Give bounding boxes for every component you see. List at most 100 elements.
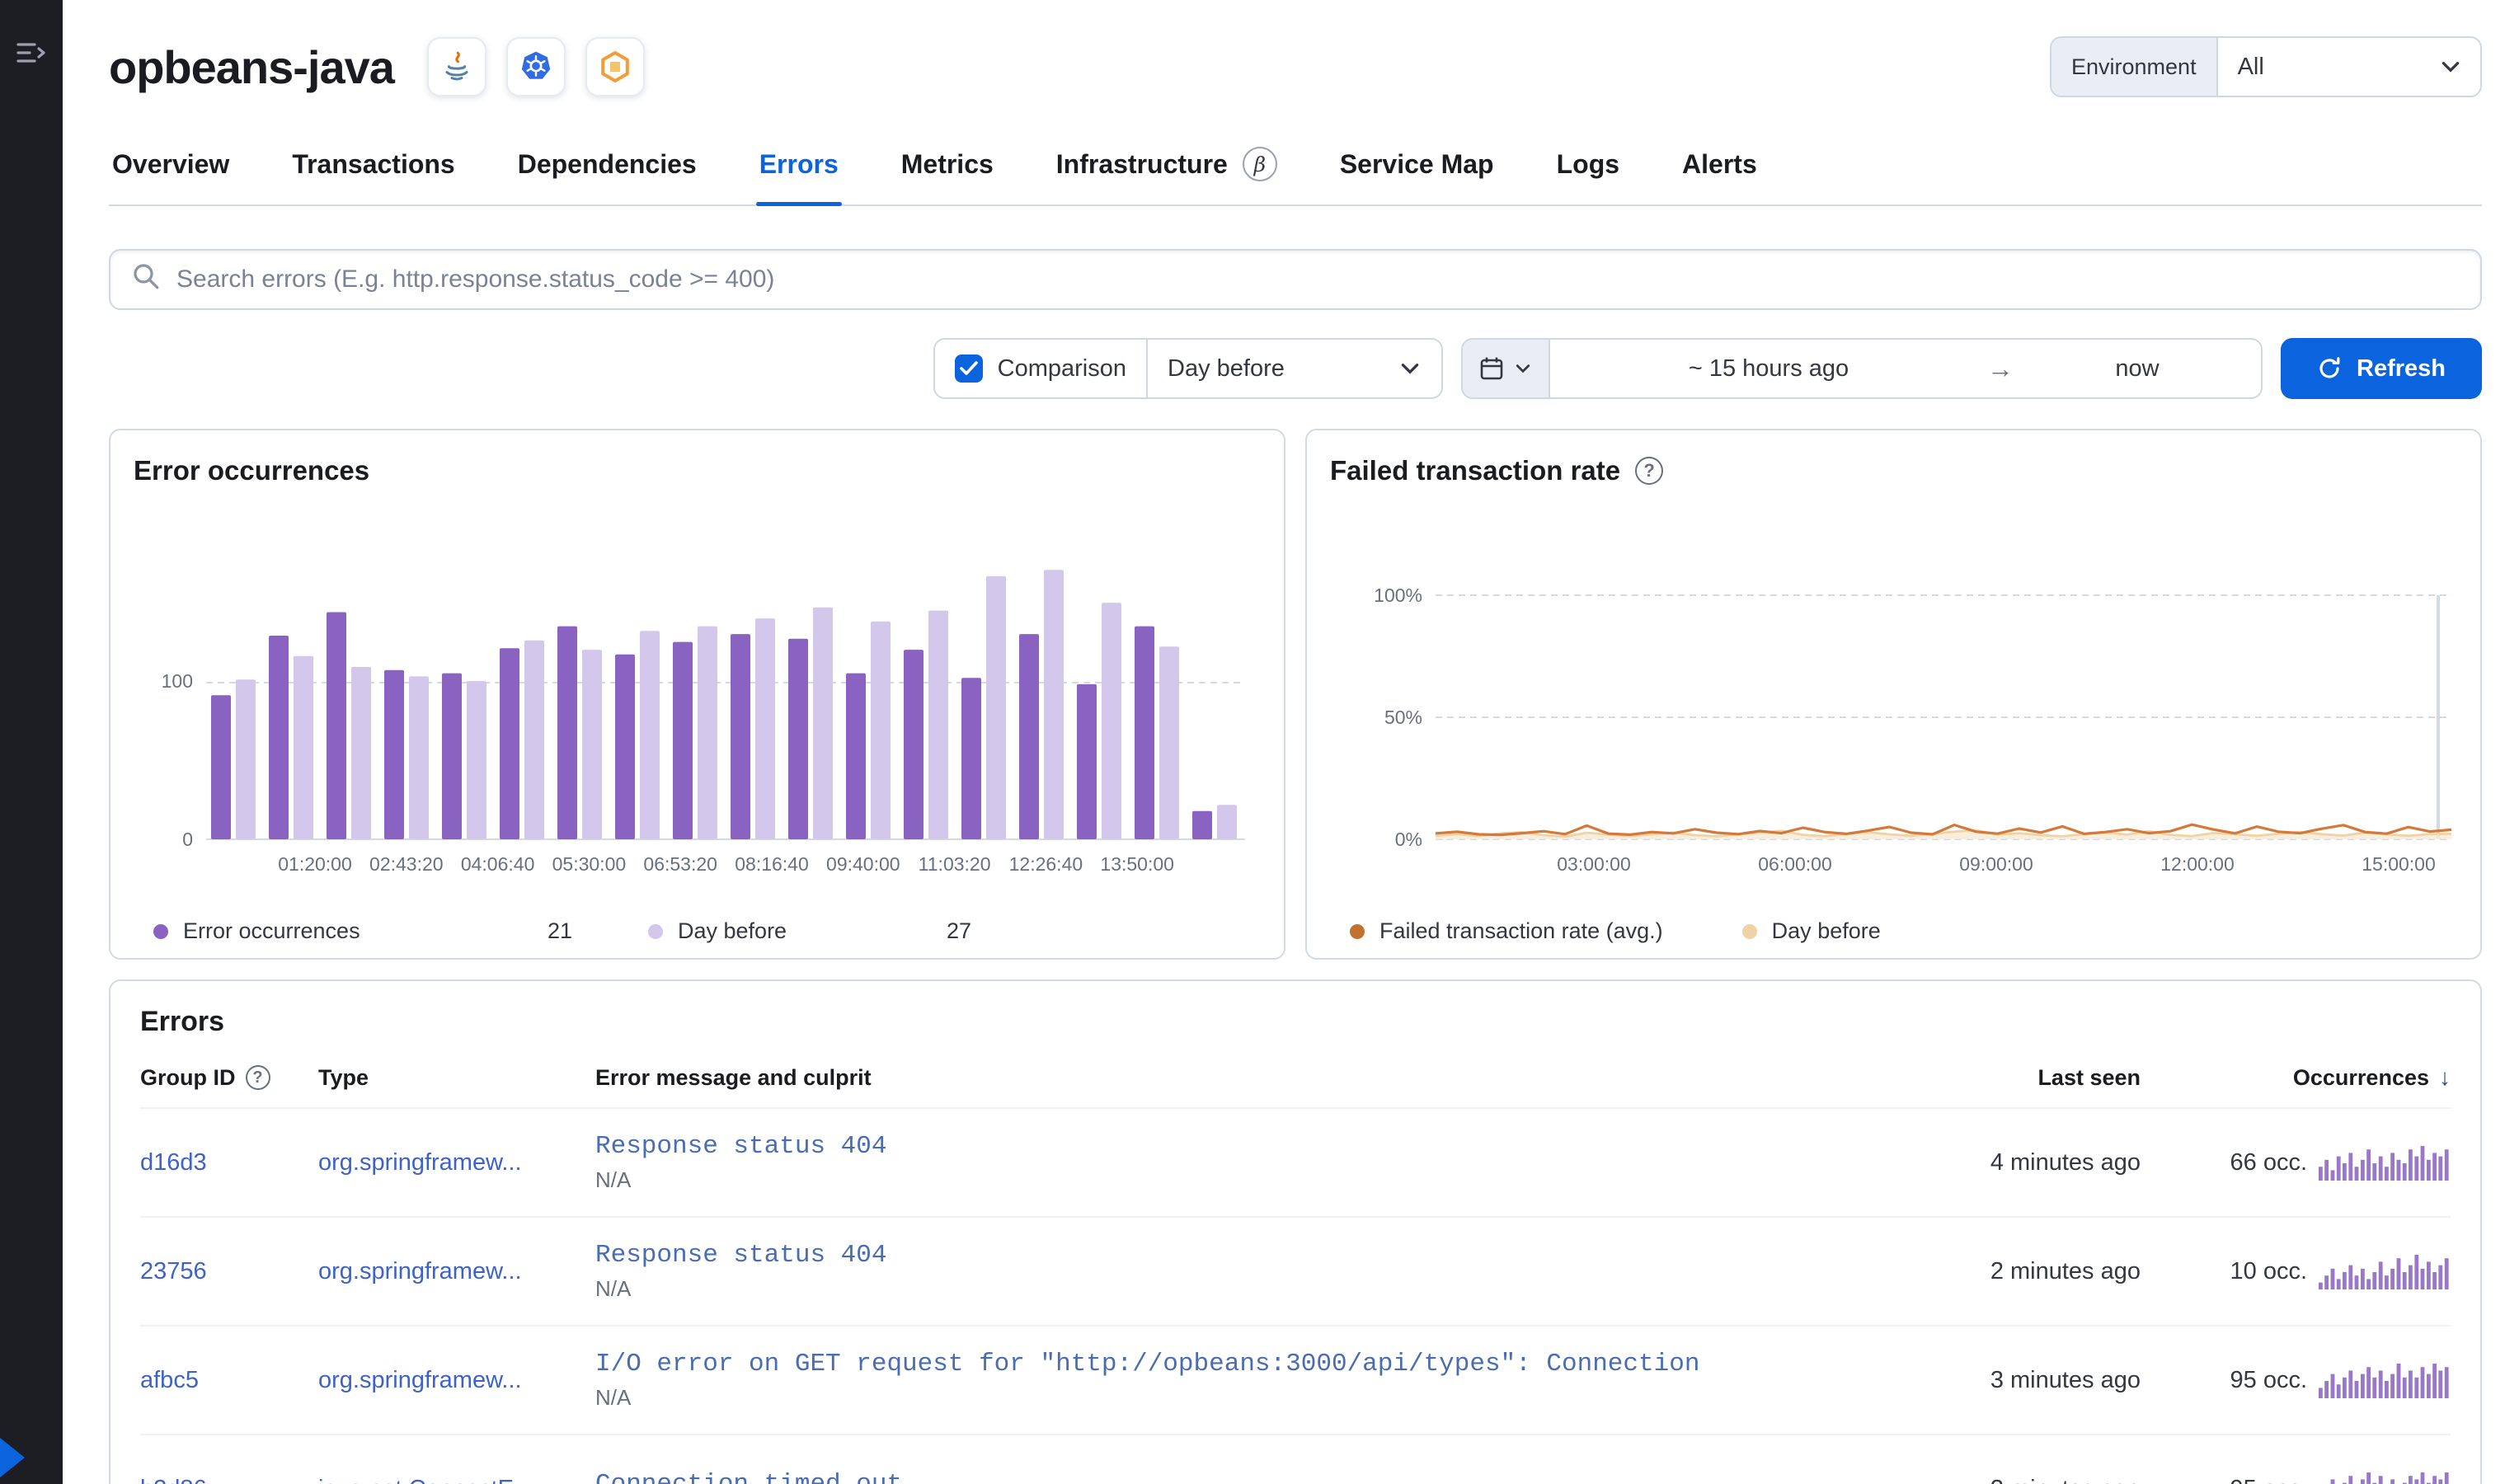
error-culprit: N/A — [595, 1385, 632, 1410]
chart-title: Error occurrences — [134, 455, 370, 486]
error-type-link[interactable]: org.springframew... — [318, 1367, 582, 1394]
svg-text:04:06:40: 04:06:40 — [461, 853, 535, 875]
bottom-left-blue-shape — [0, 1438, 25, 1477]
last-seen: 2 minutes ago — [1990, 1257, 2141, 1284]
error-culprit: N/A — [595, 1276, 632, 1301]
legend-label[interactable]: Error occurrences — [183, 918, 447, 944]
chevron-down-icon — [1401, 364, 1419, 374]
error-type-link[interactable]: org.springframew... — [318, 1258, 582, 1285]
chart-title-text: Failed transaction rate — [1330, 455, 1621, 486]
error-group-link[interactable]: 23756 — [140, 1258, 305, 1285]
error-message-link[interactable]: I/O error on GET request for "http://opb… — [595, 1350, 1831, 1378]
occurrences-sparkline — [2319, 1471, 2451, 1484]
col-last-seen: Last seen — [2037, 1064, 2141, 1090]
legend-dot — [1350, 923, 1365, 939]
tab-label: Overview — [112, 148, 230, 179]
error-row: 23756 org.springframew... Response statu… — [140, 1216, 2451, 1325]
svg-text:08:16:40: 08:16:40 — [735, 853, 809, 875]
error-row: afbc5 org.springframew... I/O error on G… — [140, 1325, 2451, 1434]
tab-errors[interactable]: Errors — [755, 137, 842, 206]
environment-value[interactable]: All — [2218, 38, 2439, 96]
occurrences-sparkline — [2319, 1362, 2451, 1398]
svg-text:13:50:00: 13:50:00 — [1100, 853, 1174, 875]
time-range-end[interactable]: now — [2014, 340, 2261, 397]
legend-label[interactable]: Failed transaction rate (avg.) — [1379, 918, 1663, 944]
main-content: opbeans-java Environment All Overview Tr… — [63, 0, 2505, 1484]
svg-text:01:20:00: 01:20:00 — [278, 853, 352, 875]
tab-logs[interactable]: Logs — [1553, 137, 1623, 204]
svg-text:05:30:00: 05:30:00 — [552, 853, 627, 875]
error-group-link[interactable]: b2d86 — [140, 1476, 305, 1484]
last-seen: 4 minutes ago — [1990, 1148, 2141, 1176]
error-message-link[interactable]: Response status 404 — [595, 1241, 1831, 1270]
help-question-icon[interactable]: ? — [1635, 457, 1664, 485]
error-occurrences-panel: Error occurrences 100 0 01:20:00 02:43:20 04… — [109, 429, 1285, 960]
error-type-link[interactable]: org.springframew... — [318, 1149, 582, 1176]
comparison-checkbox[interactable] — [954, 355, 983, 383]
legend-dot — [153, 923, 168, 939]
tab-alerts[interactable]: Alerts — [1679, 137, 1760, 204]
comparison-value: Day before — [1168, 355, 1285, 382]
occurrences-count: 95 occ. — [2230, 1366, 2308, 1393]
error-message-cell: Response status 404 N/A — [595, 1132, 1831, 1193]
comparison-label: Comparison — [997, 355, 1126, 382]
svg-text:50%: 50% — [1384, 707, 1422, 728]
search-input[interactable] — [176, 265, 2459, 294]
service-tabs: Overview Transactions Dependencies Error… — [109, 137, 2482, 206]
col-group-id: Group ID ? — [140, 1065, 305, 1091]
tab-overview[interactable]: Overview — [109, 137, 233, 204]
chevron-down-icon — [2439, 38, 2480, 96]
chart-title: Failed transaction rate ? — [1330, 455, 2464, 486]
quick-select-button[interactable] — [1463, 340, 1550, 397]
comparison-checkbox-group[interactable]: Comparison — [935, 340, 1148, 397]
group-id-help-icon[interactable]: ? — [245, 1065, 270, 1090]
legend-dot — [648, 923, 663, 939]
tab-label: Logs — [1556, 148, 1620, 179]
errors-table-header: Group ID ? Type Error message and culpri… — [140, 1038, 2451, 1107]
tab-label: Dependencies — [517, 148, 697, 179]
comparison-control: Comparison Day before — [933, 338, 1443, 399]
col-message: Error message and culprit — [595, 1064, 872, 1090]
failed-transaction-rate-chart: 100% 50% 0% 03:00:00 06:00:00 09:00:00 12:00:0… — [1374, 585, 2452, 875]
error-group-link[interactable]: d16d3 — [140, 1149, 305, 1176]
error-message-link[interactable]: Connection timed out — [595, 1470, 1831, 1484]
occurrences-sparkline — [2319, 1144, 2451, 1181]
occurrences-count: 10 occ. — [2230, 1257, 2308, 1284]
comparison-select[interactable]: Day before — [1148, 340, 1441, 397]
error-message-cell: Response status 404 N/A — [595, 1241, 1831, 1302]
svg-text:12:00:00: 12:00:00 — [2160, 853, 2235, 875]
col-occurrences-sort[interactable]: Occurrences ↓ — [2154, 1064, 2451, 1091]
tab-transactions[interactable]: Transactions — [289, 137, 458, 204]
tab-infrastructure[interactable]: Infrastructure β — [1053, 137, 1281, 204]
tab-label: Service Map — [1339, 148, 1494, 179]
refresh-label: Refresh — [2357, 355, 2446, 382]
refresh-button[interactable]: Refresh — [2281, 338, 2482, 399]
errors-table-title: Errors — [140, 1006, 225, 1037]
tab-metrics[interactable]: Metrics — [898, 137, 997, 204]
refresh-icon — [2319, 357, 2340, 378]
environment-filter[interactable]: Environment All — [2050, 36, 2482, 97]
col-type: Type — [318, 1064, 369, 1090]
svg-text:100: 100 — [162, 670, 193, 692]
menu-expand-icon[interactable] — [16, 40, 46, 73]
tab-dependencies[interactable]: Dependencies — [515, 137, 700, 204]
legend-label[interactable]: Day before — [1772, 918, 1881, 944]
svg-text:06:00:00: 06:00:00 — [1758, 853, 1832, 875]
super-date-picker: ~ 15 hours ago → now — [1461, 338, 2263, 399]
page-title: opbeans-java — [109, 40, 395, 93]
error-message-link[interactable]: Response status 404 — [595, 1132, 1831, 1161]
occurrences-cell: 66 occ. — [2154, 1144, 2451, 1181]
service-header: opbeans-java Environment All — [109, 36, 2482, 97]
error-message-cell: I/O error on GET request for "http://opb… — [595, 1350, 1831, 1411]
svg-text:0: 0 — [182, 829, 193, 850]
legend-label[interactable]: Day before — [678, 918, 813, 944]
time-range-start[interactable]: ~ 15 hours ago — [1550, 340, 1987, 397]
tab-service-map[interactable]: Service Map — [1337, 137, 1497, 204]
legend-value: 27 — [946, 918, 971, 943]
error-type-link[interactable]: java.net.ConnectE... — [318, 1476, 582, 1484]
error-occurrences-chart: 100 0 01:20:00 02:43:20 04:06:40 05:30:00 06:5… — [162, 570, 1245, 875]
error-search-bar — [109, 249, 2482, 310]
error-group-link[interactable]: afbc5 — [140, 1367, 305, 1394]
error-culprit: N/A — [595, 1167, 632, 1192]
col-label: Occurrences — [2292, 1064, 2429, 1090]
